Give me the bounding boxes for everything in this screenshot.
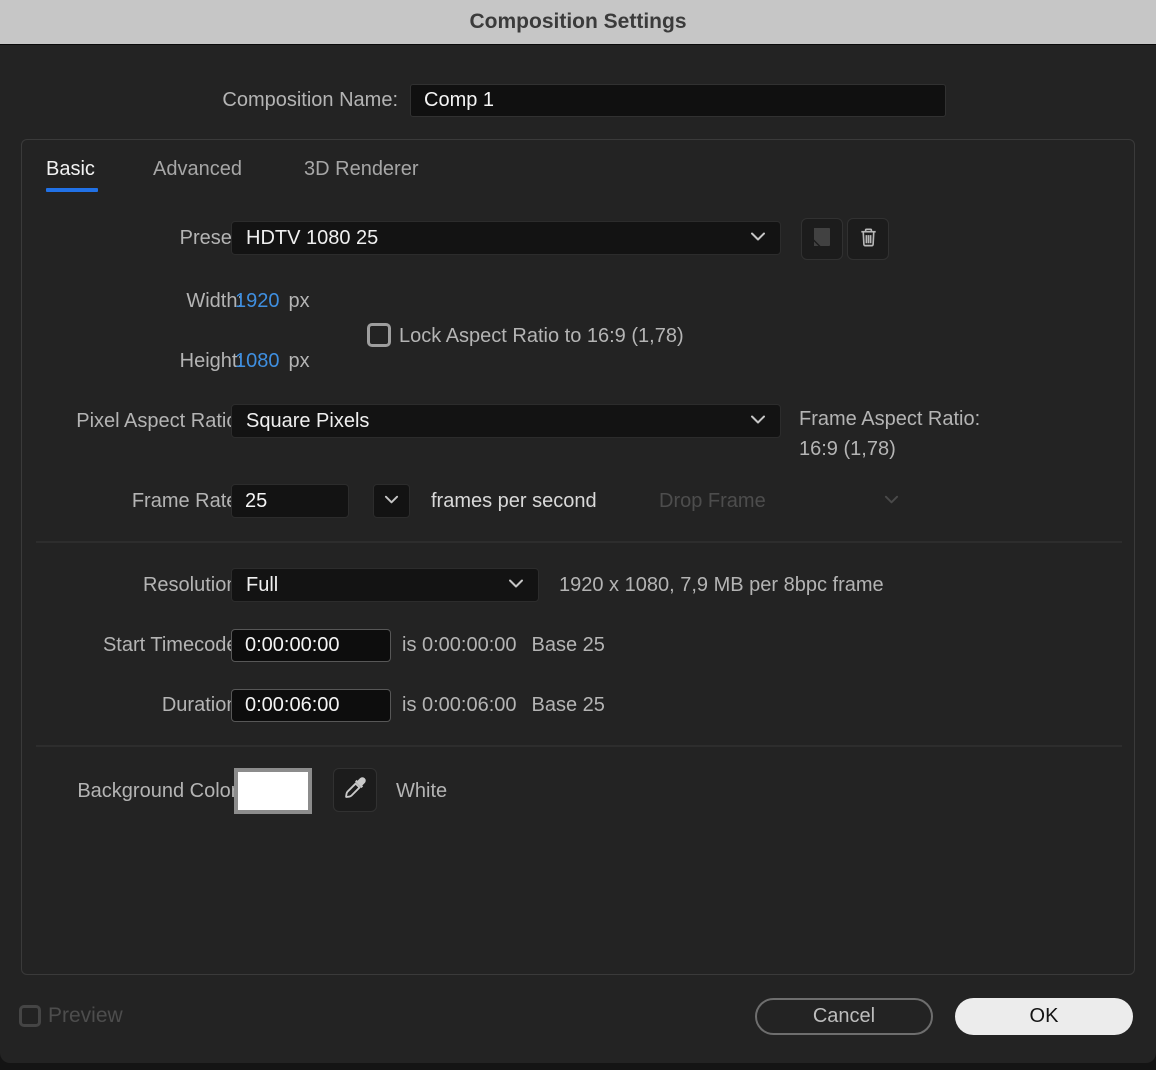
- tab-basic[interactable]: Basic: [46, 158, 95, 181]
- trash-icon: [857, 225, 880, 254]
- background-color-label: Background Color:: [77, 779, 243, 802]
- resolution-value: Full: [246, 573, 279, 596]
- start-timecode-info: is 0:00:00:00: [402, 634, 517, 656]
- chevron-down-icon: [508, 576, 524, 594]
- tab-advanced[interactable]: Advanced: [153, 158, 242, 181]
- start-timecode-base: Base 25: [531, 634, 605, 656]
- frame-rate-label: Frame Rate:: [131, 489, 243, 512]
- chevron-down-icon: [884, 492, 899, 510]
- chevron-down-icon: [750, 229, 766, 247]
- delete-preset-button[interactable]: [847, 218, 889, 260]
- background-color-fill: [238, 772, 308, 810]
- tab-basic-underline: [46, 188, 98, 192]
- width-unit: px: [288, 289, 310, 312]
- width-label: Width:: [186, 289, 243, 312]
- section-divider: [36, 745, 1122, 747]
- lock-aspect-label: Lock Aspect Ratio to 16:9 (1,78): [399, 324, 684, 347]
- drop-frame-dropdown: Drop Frame: [659, 484, 899, 518]
- save-preset-button[interactable]: [801, 218, 843, 260]
- height-unit: px: [288, 349, 310, 372]
- composition-name-input[interactable]: Comp 1: [410, 84, 946, 117]
- start-timecode-input[interactable]: 0:00:00:00: [231, 629, 391, 662]
- preview-checkbox: [19, 1005, 41, 1027]
- chevron-down-icon: [384, 492, 399, 510]
- cancel-button[interactable]: Cancel: [755, 998, 933, 1035]
- chevron-down-icon: [750, 412, 766, 430]
- frame-rate-suffix: frames per second: [431, 489, 597, 512]
- save-preset-icon: [810, 225, 834, 254]
- lock-aspect-checkbox[interactable]: [367, 323, 391, 347]
- height-label: Height:: [179, 349, 243, 372]
- resolution-dropdown[interactable]: Full: [231, 568, 539, 602]
- duration-value: 0:00:06:00: [245, 694, 340, 716]
- duration-info: is 0:00:06:00: [402, 694, 517, 716]
- dialog-title: Composition Settings: [469, 10, 687, 33]
- frame-rate-value: 25: [245, 489, 268, 512]
- resolution-label: Resolution:: [142, 573, 243, 596]
- composition-settings-dialog: Composition Settings Composition Name: C…: [0, 0, 1156, 1063]
- tab-3d-renderer[interactable]: 3D Renderer: [304, 158, 419, 181]
- duration-base: Base 25: [531, 694, 605, 716]
- dialog-title-bar[interactable]: Composition Settings: [0, 0, 1156, 45]
- composition-name-label: Composition Name:: [222, 89, 398, 111]
- drop-frame-label: Drop Frame: [659, 489, 766, 512]
- ok-button-label: OK: [1029, 1005, 1059, 1027]
- preset-label: Preset:: [179, 226, 243, 249]
- frame-aspect-ratio-value: 16:9 (1,78): [799, 437, 896, 460]
- duration-label: Duration:: [161, 694, 243, 716]
- width-value[interactable]: 1920: [235, 290, 280, 313]
- preset-dropdown[interactable]: HDTV 1080 25: [231, 221, 781, 255]
- frame-aspect-ratio-label: Frame Aspect Ratio:: [799, 407, 981, 430]
- preview-label: Preview: [48, 1004, 123, 1027]
- start-timecode-label: Start Timecode:: [102, 634, 243, 656]
- frame-rate-preset-button[interactable]: [373, 484, 410, 518]
- section-divider: [36, 541, 1122, 543]
- settings-panel: Basic Advanced 3D Renderer Preset: HDTV …: [21, 139, 1135, 975]
- composition-name-value: Comp 1: [424, 89, 495, 111]
- eyedropper-icon: [342, 775, 368, 806]
- pixel-aspect-ratio-dropdown[interactable]: Square Pixels: [231, 404, 781, 438]
- eyedropper-button[interactable]: [333, 768, 377, 812]
- pixel-aspect-ratio-label: Pixel Aspect Ratio:: [76, 409, 243, 432]
- ok-button[interactable]: OK: [955, 998, 1133, 1035]
- frame-rate-input[interactable]: 25: [231, 484, 349, 518]
- background-color-swatch[interactable]: [234, 768, 312, 814]
- pixel-aspect-ratio-value: Square Pixels: [246, 409, 370, 432]
- background-color-name: White: [396, 779, 448, 802]
- height-value[interactable]: 1080: [235, 350, 280, 373]
- resolution-info: 1920 x 1080, 7,9 MB per 8bpc frame: [559, 573, 884, 596]
- start-timecode-value: 0:00:00:00: [245, 634, 340, 656]
- preset-value: HDTV 1080 25: [246, 226, 379, 249]
- duration-input[interactable]: 0:00:06:00: [231, 689, 391, 722]
- cancel-button-label: Cancel: [812, 1005, 876, 1027]
